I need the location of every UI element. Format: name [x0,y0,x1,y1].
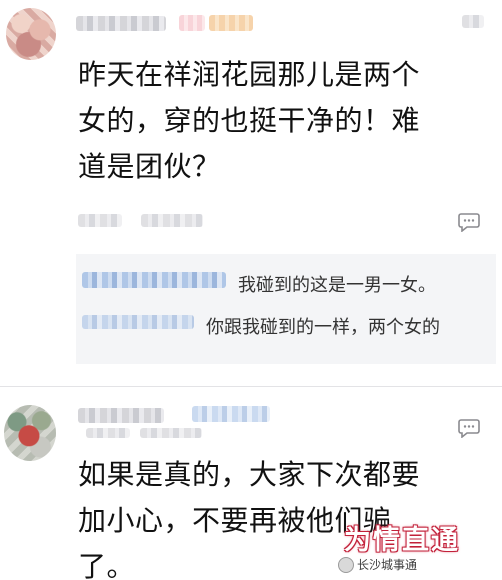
replies-box: 我碰到的这是一男一女。 你跟我碰到的一样，两个女的 [76,254,496,364]
blurred-username[interactable] [76,16,166,31]
blurred-timestamp [86,428,130,438]
divider [0,386,502,387]
reply-icon[interactable] [458,212,480,232]
reply-text: 我碰到的这是一男一女。 [238,275,436,296]
comment-feed: 昨天在祥润花园那儿是两个 女的，穿的也挺干净的！难 道是团伙？ 我碰到的这是一男… [0,0,502,580]
blurred-timestamp [78,214,122,227]
blurred-username[interactable] [78,408,164,423]
reply-icon[interactable] [458,418,480,438]
blurred-badge [192,406,270,422]
blurred-reply-username[interactable] [82,272,226,288]
comment-text: 如果是真的，大家下次都要 加小心，不要再被他们骗 了。 [78,458,421,580]
avatar[interactable] [4,405,56,461]
reply-text: 你跟我碰到的一样，两个女的 [206,317,440,338]
blurred-location [140,428,202,438]
blurred-more[interactable] [462,15,484,28]
comment-text: 昨天在祥润花园那儿是两个 女的，穿的也挺干净的！难 道是团伙？ [78,58,421,183]
avatar[interactable] [6,8,56,60]
blurred-badge [209,15,253,31]
blurred-badge [179,15,205,31]
blurred-reply-username[interactable] [82,315,194,329]
blurred-location [141,214,203,227]
